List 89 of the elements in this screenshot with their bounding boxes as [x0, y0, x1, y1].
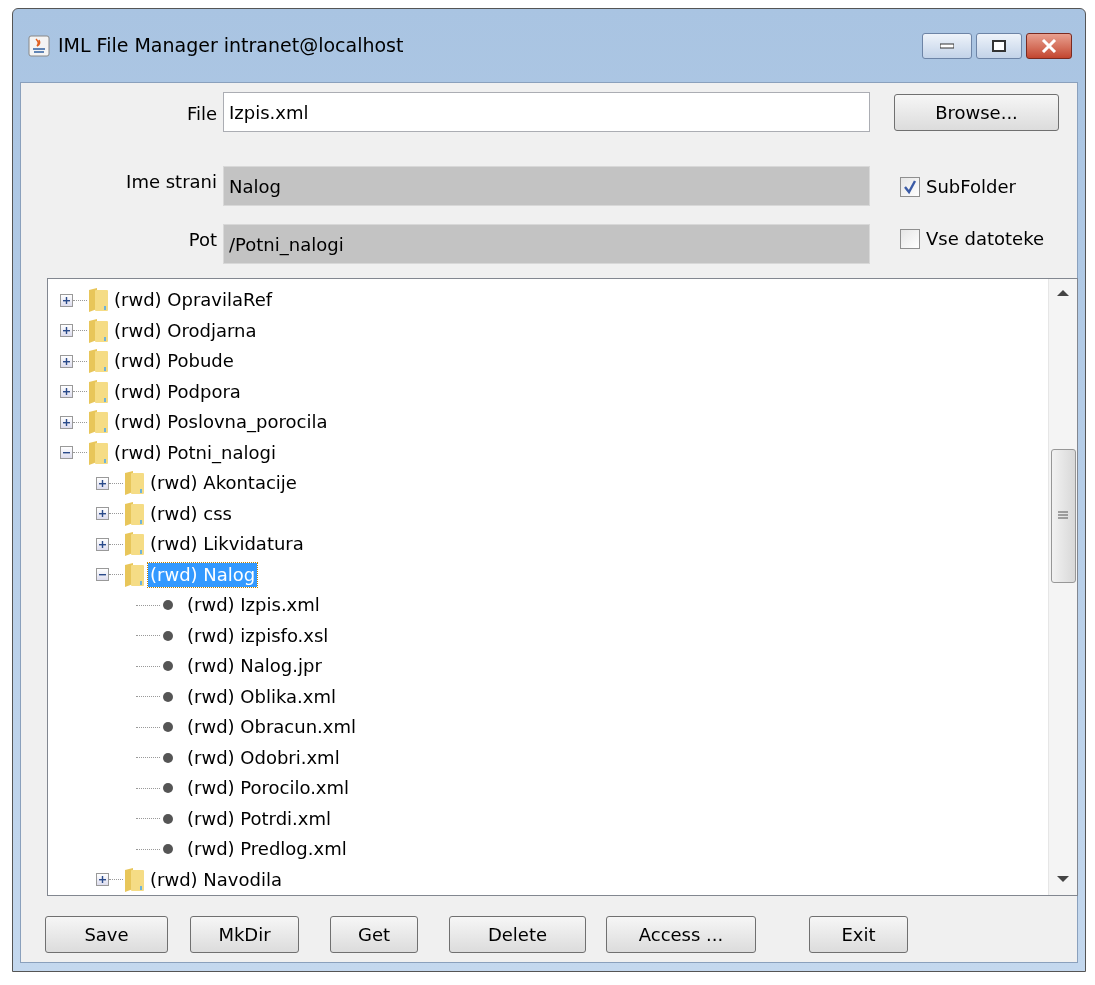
expander-toggle[interactable]: [60, 385, 73, 399]
close-icon: [1041, 38, 1057, 53]
path-label: Pot: [188, 228, 217, 252]
tree-item[interactable]: (rwd) Akontacije: [148, 471, 299, 496]
plus-icon: [98, 539, 107, 549]
tree-item[interactable]: (rwd) Predlog.xml: [185, 837, 349, 862]
tree-item[interactable]: (rwd) Potni_nalogi: [112, 440, 278, 465]
tree-item[interactable]: (rwd) Poslovna_porocila: [112, 410, 330, 435]
tree-item[interactable]: (rwd) izpisfo.xsl: [185, 623, 331, 648]
folder-icon: [87, 348, 109, 375]
plus-icon: [62, 387, 71, 397]
expander-toggle[interactable]: [96, 476, 109, 490]
folder-icon: [87, 439, 109, 466]
checkbox[interactable]: [900, 176, 920, 197]
expander-toggle[interactable]: [60, 324, 73, 338]
action-button[interactable]: MkDir: [190, 916, 299, 953]
tree-item[interactable]: (rwd) Obracun.xml: [185, 715, 358, 740]
plus-icon: [62, 326, 71, 336]
tree-item[interactable]: (rwd) Odobri.xml: [185, 745, 342, 770]
plus-icon: [62, 295, 71, 305]
folder-icon: [123, 531, 145, 558]
plus-icon: [62, 417, 71, 427]
maximize-button[interactable]: [976, 32, 1022, 59]
tree-item[interactable]: (rwd) Pobude: [112, 349, 236, 374]
folder-icon: [87, 317, 109, 344]
file-node-icon: [162, 782, 174, 795]
folder-icon: [87, 287, 109, 314]
path-field: /Potni_nalogi: [223, 224, 870, 264]
expander-toggle[interactable]: [96, 507, 109, 521]
plus-icon: [98, 509, 107, 519]
plus-icon: [98, 875, 107, 885]
folder-icon: [87, 409, 109, 436]
maximize-icon: [992, 39, 1006, 52]
tree-item[interactable]: (rwd) css: [148, 501, 234, 526]
file-node-icon: [162, 751, 174, 764]
file-node-icon: [162, 690, 174, 703]
file-label: File: [186, 102, 217, 126]
scrollbar-thumb[interactable]: [1050, 449, 1076, 583]
file-node-icon: [162, 629, 174, 642]
tree-item[interactable]: (rwd) Navodila: [148, 867, 284, 892]
action-button[interactable]: Get: [330, 916, 418, 953]
action-button[interactable]: Delete: [449, 916, 586, 953]
tree-item[interactable]: (rwd) Potrdi.xml: [185, 806, 334, 831]
scroll-up-icon[interactable]: [1057, 289, 1069, 297]
file-node-icon: [162, 721, 174, 734]
tree-item[interactable]: (rwd) Likvidatura: [148, 532, 306, 557]
scrollbar[interactable]: [1048, 279, 1077, 895]
file-node-icon: [162, 843, 174, 856]
minimize-icon: [940, 42, 954, 49]
expander-toggle[interactable]: [96, 568, 109, 582]
folder-icon: [123, 470, 145, 497]
folder-icon: [123, 500, 145, 527]
tree-item[interactable]: (rwd) Orodjarna: [112, 318, 259, 343]
file-node-icon: [162, 660, 174, 673]
tree-item[interactable]: (rwd) OpravilaRef: [112, 288, 275, 313]
expander-toggle[interactable]: [96, 537, 109, 551]
tree-item[interactable]: (rwd) Izpis.xml: [185, 593, 322, 618]
file-node-icon: [162, 812, 174, 825]
action-button[interactable]: Save: [45, 916, 168, 953]
folder-icon: [87, 378, 109, 405]
plus-icon: [62, 356, 71, 366]
page-name-label: Ime strani: [126, 170, 217, 194]
tree-item[interactable]: (rwd) Podpora: [112, 379, 243, 404]
app-icon: [28, 34, 50, 57]
tree-item[interactable]: (rwd) Nalog.jpr: [185, 654, 324, 679]
browse-button[interactable]: Browse...: [894, 94, 1059, 131]
expander-toggle[interactable]: [60, 354, 73, 368]
folder-icon: [123, 561, 145, 588]
page-name-field: Nalog: [223, 166, 870, 206]
file-node-icon: [162, 599, 174, 612]
close-button[interactable]: [1026, 32, 1072, 59]
plus-icon: [98, 478, 107, 488]
expander-toggle[interactable]: [60, 446, 73, 460]
checkbox-label: Vse datoteke: [926, 227, 1044, 251]
window-title: IML File Manager intranet@localhost: [58, 33, 404, 59]
expander-toggle[interactable]: [96, 873, 109, 887]
check-icon: [902, 178, 918, 195]
scroll-down-icon[interactable]: [1057, 875, 1069, 883]
action-button[interactable]: Exit: [809, 916, 908, 953]
expander-toggle[interactable]: [60, 415, 73, 429]
checkbox[interactable]: [900, 228, 920, 249]
action-button[interactable]: Access ...: [606, 916, 756, 953]
folder-icon: [123, 866, 145, 893]
tree-item[interactable]: (rwd) Porocilo.xml: [185, 776, 352, 801]
expander-toggle[interactable]: [60, 293, 73, 307]
file-input[interactable]: Izpis.xml: [223, 92, 870, 132]
tree-item[interactable]: (rwd) Oblika.xml: [185, 684, 338, 709]
grip-icon: [1058, 511, 1068, 521]
checkbox-label: SubFolder: [926, 175, 1016, 199]
